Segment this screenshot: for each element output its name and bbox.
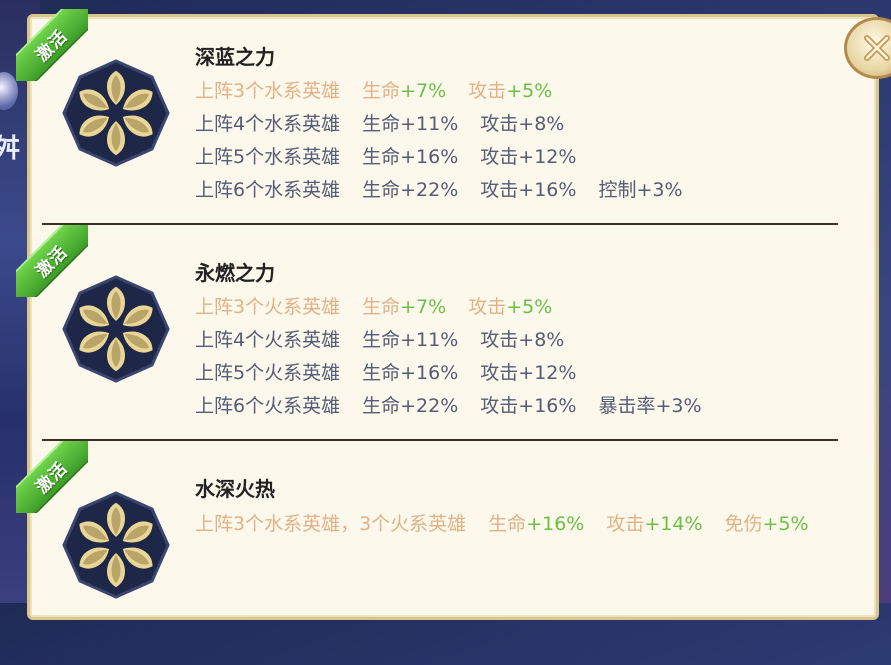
section-divider (42, 439, 838, 441)
water-emblem-icon (60, 57, 172, 169)
tier-line-3: 上阵3个火系英雄 生命+7% 攻击+5% (195, 296, 553, 318)
tier-line-4: 上阵4个水系英雄 生命+11% 攻击+8% (195, 113, 565, 135)
background-glyph-decoration: ⾇ (0, 134, 21, 164)
tier-line-combo: 上阵3个水系英雄，3个火系英雄 生命+16% 攻击+14% 免伤+5% (195, 513, 809, 535)
section-divider (42, 223, 838, 225)
tier-line-5: 上阵5个火系英雄 生命+16% 攻击+12% (195, 362, 577, 384)
faction-bonus-panel: 激活 深蓝之力 上阵3个水系英雄 生命+7% 攻击+5% 上阵4个水系英雄 生命+11… (16, 9, 891, 620)
close-x-icon (864, 35, 890, 61)
fire-emblem-icon (60, 273, 172, 385)
bonus-title: 深蓝之力 (195, 45, 275, 69)
tier-line-5: 上阵5个水系英雄 生命+16% 攻击+12% (195, 146, 577, 168)
bonus-section-2: 激活 永燃之力 上阵3个火系英雄 生命+7% 攻击+5% 上阵4个火系英雄 生命+11… (16, 225, 876, 449)
bonus-section-3: 激活 水深火热 上阵3个水系英雄，3个火系英雄 生命+16% 攻击+14% 免伤+5% (16, 441, 876, 665)
tier-line-6: 上阵6个火系英雄 生命+22% 攻击+16% 暴击率+3% (195, 395, 702, 417)
bonus-section-1: 激活 深蓝之力 上阵3个水系英雄 生命+7% 攻击+5% 上阵4个水系英雄 生命+11… (16, 9, 876, 233)
water-fire-emblem-icon (60, 489, 172, 601)
tier-line-4: 上阵4个火系英雄 生命+11% 攻击+8% (195, 329, 565, 351)
bonus-title: 水深火热 (195, 477, 275, 501)
bonus-title: 永燃之力 (195, 261, 275, 285)
tier-line-6: 上阵6个水系英雄 生命+22% 攻击+16% 控制+3% (195, 179, 683, 201)
tier-line-3: 上阵3个水系英雄 生命+7% 攻击+5% (195, 80, 553, 102)
